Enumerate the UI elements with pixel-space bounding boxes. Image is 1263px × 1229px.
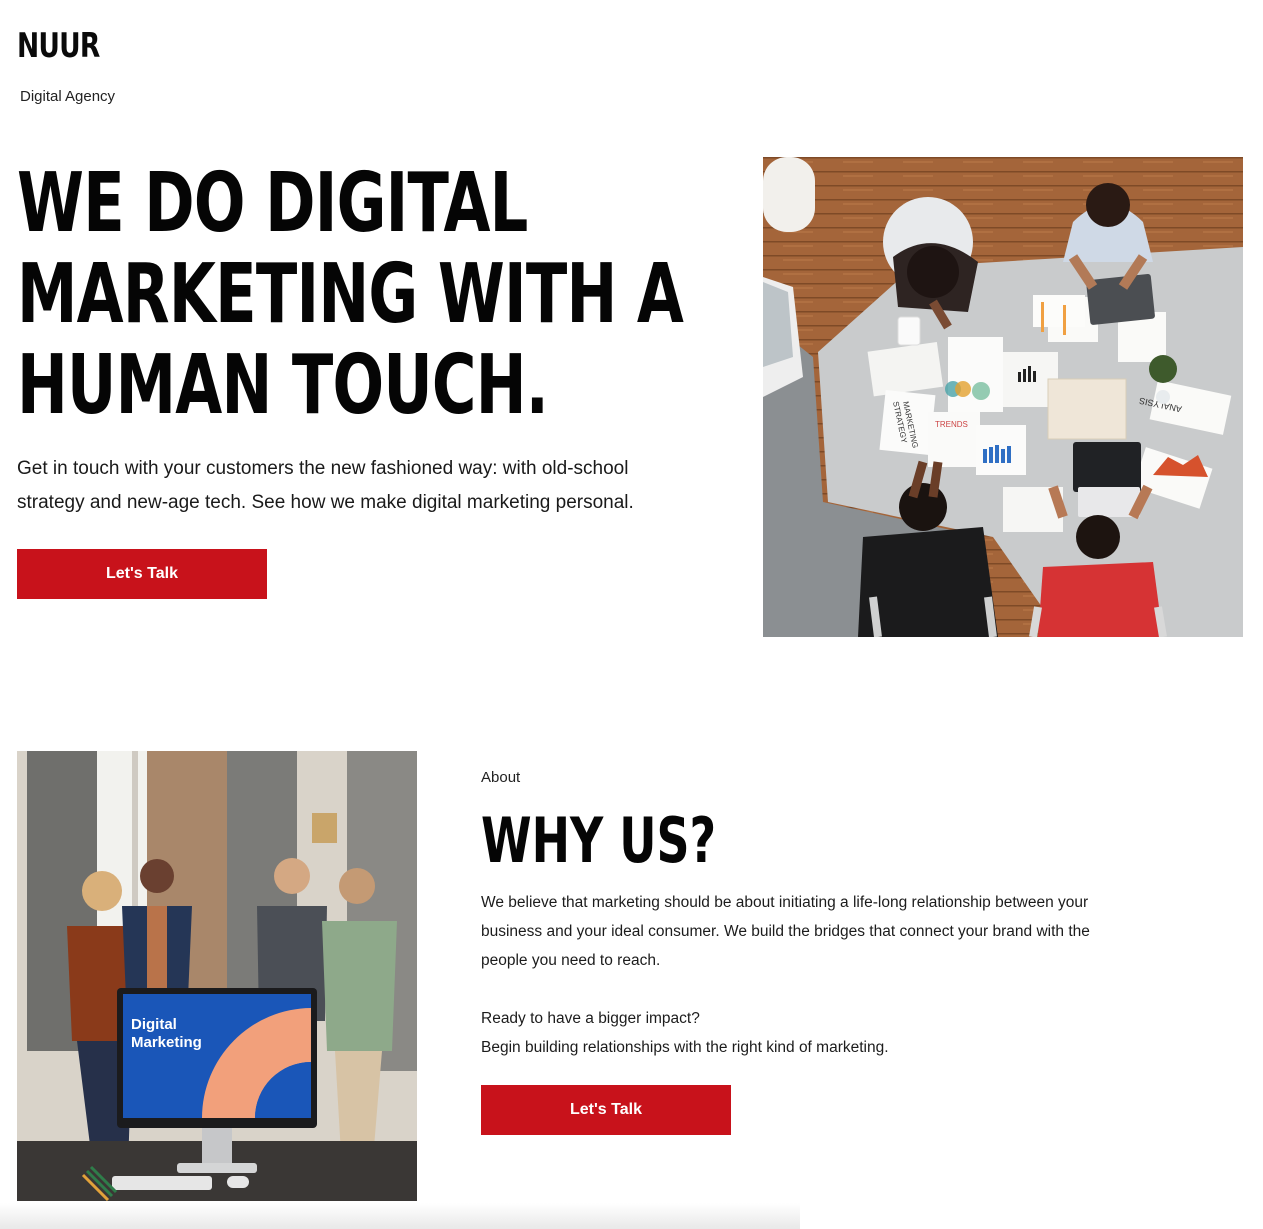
about-body: We believe that marketing should be abou…: [481, 888, 1181, 1062]
hero-title-line: HUMAN TOUCH.: [17, 338, 549, 433]
about-team-photo: Digital Marketing: [17, 751, 417, 1201]
hero-subtitle-line: strategy and new-age tech. See how we ma…: [17, 492, 634, 513]
about-paragraph-line: Ready to have a bigger impact?: [481, 1010, 700, 1027]
hero-lets-talk-button[interactable]: Let's Talk: [17, 549, 267, 599]
screen-text-line: Digital: [131, 1016, 177, 1033]
hero-meeting-photo: MARKETING STRATEGY TRENDS ANALYSIS: [763, 157, 1243, 637]
meeting-illustration: MARKETING STRATEGY TRENDS ANALYSIS: [763, 157, 1243, 637]
hero-title: WE DO DIGITAL MARKETING WITH A HUMAN TOU…: [17, 156, 684, 433]
hero-title-line: WE DO DIGITAL: [17, 156, 528, 251]
brand-logo[interactable]: NUUR: [17, 26, 100, 66]
about-paragraph-line: business and your ideal consumer. We bui…: [481, 923, 1090, 940]
about-lets-talk-button[interactable]: Let's Talk: [481, 1085, 731, 1135]
about-title: WHY US?: [481, 804, 717, 877]
hero-title-line: MARKETING WITH A: [17, 247, 684, 342]
team-illustration: Digital Marketing: [17, 751, 417, 1201]
keyboard: [112, 1176, 212, 1190]
bottom-shadow: [0, 1203, 800, 1229]
about-paragraph-line: We believe that marketing should be abou…: [481, 894, 1089, 911]
hero-subtitle: Get in touch with your customers the new…: [17, 452, 717, 520]
about-paragraph-line: Begin building relationships with the ri…: [481, 1039, 889, 1056]
paper-trends-text: TRENDS: [935, 420, 968, 429]
brand-tagline: Digital Agency: [20, 88, 116, 105]
about-section-label: About: [481, 769, 521, 786]
screen-text-line: Marketing: [131, 1034, 202, 1051]
about-paragraph-line: people you need to reach.: [481, 952, 661, 969]
hero-subtitle-line: Get in touch with your customers the new…: [17, 458, 629, 479]
